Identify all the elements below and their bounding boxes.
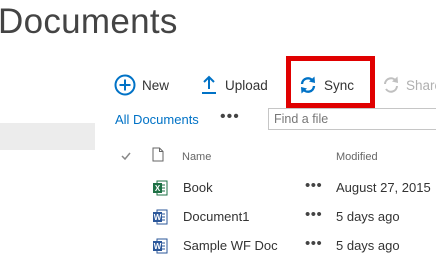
new-button-label: New [142, 77, 170, 93]
file-name-link[interactable]: Book [183, 180, 213, 195]
file-modified-date: August 27, 2015 [336, 180, 431, 195]
plus-circle-icon [114, 74, 136, 96]
word-file-icon: W [152, 208, 168, 231]
search-input[interactable] [268, 108, 436, 130]
file-name-link[interactable]: Document1 [183, 209, 249, 224]
table-row[interactable]: X Book ••• August 27, 2015 [0, 175, 436, 204]
svg-text:W: W [154, 242, 162, 251]
table-row[interactable]: W Sample WF Doc ••• 5 days ago [0, 233, 436, 262]
column-header-modified[interactable]: Modified [336, 151, 378, 163]
column-header-name[interactable]: Name [182, 151, 211, 163]
view-more-options-button[interactable]: ••• [220, 108, 240, 126]
view-all-documents[interactable]: All Documents [115, 112, 199, 127]
svg-text:W: W [154, 213, 162, 222]
excel-file-icon: X [152, 179, 168, 202]
file-modified-date: 5 days ago [336, 209, 400, 224]
left-nav-panel [0, 123, 95, 150]
upload-icon [201, 74, 217, 96]
upload-button-label: Upload [225, 77, 268, 93]
row-more-options-button[interactable]: ••• [305, 206, 322, 223]
word-file-icon: W [152, 237, 168, 260]
svg-text:X: X [155, 184, 161, 193]
share-icon [382, 75, 400, 95]
new-button[interactable]: New [114, 74, 169, 96]
page-title: Documents [0, 2, 178, 41]
file-modified-date: 5 days ago [336, 238, 400, 253]
select-all-checkmark-icon[interactable] [120, 149, 132, 167]
row-more-options-button[interactable]: ••• [305, 235, 322, 252]
document-type-icon [152, 147, 164, 167]
file-name-link[interactable]: Sample WF Doc [183, 238, 278, 253]
upload-button[interactable]: Upload [201, 74, 268, 96]
sync-highlight-box [286, 56, 375, 108]
table-row[interactable]: W Document1 ••• 5 days ago [0, 204, 436, 233]
share-button-label: Share [406, 77, 436, 93]
row-more-options-button[interactable]: ••• [305, 177, 322, 194]
share-button[interactable]: Share [382, 75, 436, 95]
